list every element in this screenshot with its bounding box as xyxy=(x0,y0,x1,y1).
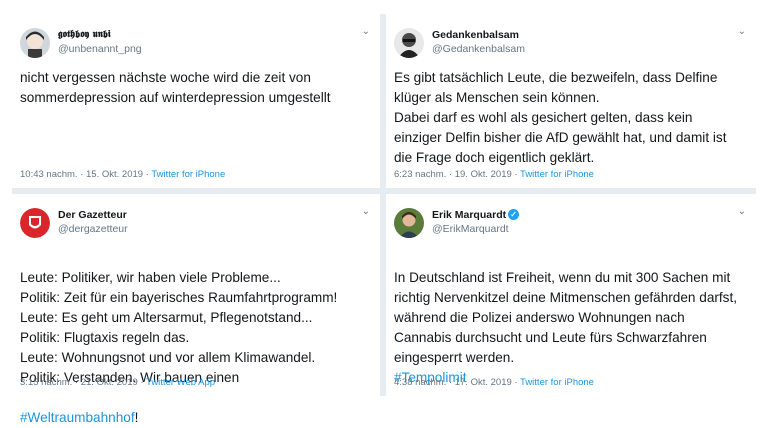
display-name[interactable]: 𝖌𝖔𝖙𝖍𝖇𝖔𝖞 𝖚𝖓𝖇𝖎 xyxy=(58,29,111,40)
tweet-text: nicht vergessen nächste woche wird die z… xyxy=(20,70,331,105)
tweet-card[interactable]: Gedankenbalsam @Gedankenbalsam ⌄ Es gibt… xyxy=(386,14,756,188)
tweet-meta: 3:15 nachm. · 21. Okt. 2019 · Twitter We… xyxy=(20,377,215,388)
hashtag-link[interactable]: #Weltraumbahnhof xyxy=(20,410,135,425)
user-handle[interactable]: @unbenannt_png xyxy=(58,43,142,55)
tweet-text-content: In Deutschland ist Freiheit, wenn du mit… xyxy=(394,270,738,365)
display-name[interactable]: Erik Marquardt ✓ xyxy=(432,209,520,221)
display-name-text[interactable]: Erik Marquardt xyxy=(432,209,506,221)
tweet-text: Es gibt tatsächlich Leute, die bezweifel… xyxy=(394,70,727,165)
tweet-meta: 10:43 nachm. · 15. Okt. 2019 · Twitter f… xyxy=(20,169,225,180)
red-crest-avatar-icon[interactable] xyxy=(20,208,50,238)
source-link[interactable]: Twitter Web App xyxy=(146,377,215,388)
tweet-grid: 𝖌𝖔𝖙𝖍𝖇𝖔𝖞 𝖚𝖓𝖇𝖎 @unbenannt_png ⌄ nicht verg… xyxy=(12,14,756,425)
timestamp[interactable]: 3:15 nachm. · 21. Okt. 2019 · xyxy=(20,377,146,388)
chevron-down-icon[interactable]: ⌄ xyxy=(362,26,370,37)
portrait-avatar-icon[interactable] xyxy=(394,208,424,238)
tweet-text: In Deutschland ist Freiheit, wenn du mit… xyxy=(394,248,742,388)
bw-portrait-avatar-icon[interactable] xyxy=(394,28,424,58)
display-name[interactable]: Gedankenbalsam xyxy=(432,29,519,41)
tweet-card[interactable]: Der Gazetteur @dergazetteur ⌄ Leute: Pol… xyxy=(12,194,380,425)
chevron-down-icon[interactable]: ⌄ xyxy=(362,206,370,217)
tweet-card[interactable]: Erik Marquardt ✓ @ErikMarquardt ⌄ In Deut… xyxy=(386,194,756,396)
source-link[interactable]: Twitter for iPhone xyxy=(520,377,594,388)
verified-badge-icon: ✓ xyxy=(508,209,520,220)
anime-avatar-icon[interactable] xyxy=(20,28,50,58)
tweet-card[interactable]: 𝖌𝖔𝖙𝖍𝖇𝖔𝖞 𝖚𝖓𝖇𝖎 @unbenannt_png ⌄ nicht verg… xyxy=(12,14,380,188)
tweet-meta: 4:38 nachm. · 17. Okt. 2019 · Twitter fo… xyxy=(394,377,594,388)
display-name[interactable]: Der Gazetteur xyxy=(58,209,127,221)
source-link[interactable]: Twitter for iPhone xyxy=(151,169,225,180)
user-handle[interactable]: @dergazetteur xyxy=(58,223,128,235)
chevron-down-icon[interactable]: ⌄ xyxy=(738,206,746,217)
tweet-text: Leute: Politiker, wir haben viele Proble… xyxy=(20,248,366,428)
timestamp[interactable]: 6:23 nachm. · 19. Okt. 2019 · xyxy=(394,169,520,180)
source-link[interactable]: Twitter for iPhone xyxy=(520,169,594,180)
timestamp[interactable]: 10:43 nachm. · 15. Okt. 2019 · xyxy=(20,169,151,180)
timestamp[interactable]: 4:38 nachm. · 17. Okt. 2019 · xyxy=(394,377,520,388)
hashtag-suffix: ! xyxy=(134,410,139,425)
chevron-down-icon[interactable]: ⌄ xyxy=(738,26,746,37)
tweet-meta: 6:23 nachm. · 19. Okt. 2019 · Twitter fo… xyxy=(394,169,594,180)
tweet-text-content: Leute: Politiker, wir haben viele Proble… xyxy=(20,270,338,385)
user-handle[interactable]: @ErikMarquardt xyxy=(432,223,509,235)
user-handle[interactable]: @Gedankenbalsam xyxy=(432,43,525,55)
